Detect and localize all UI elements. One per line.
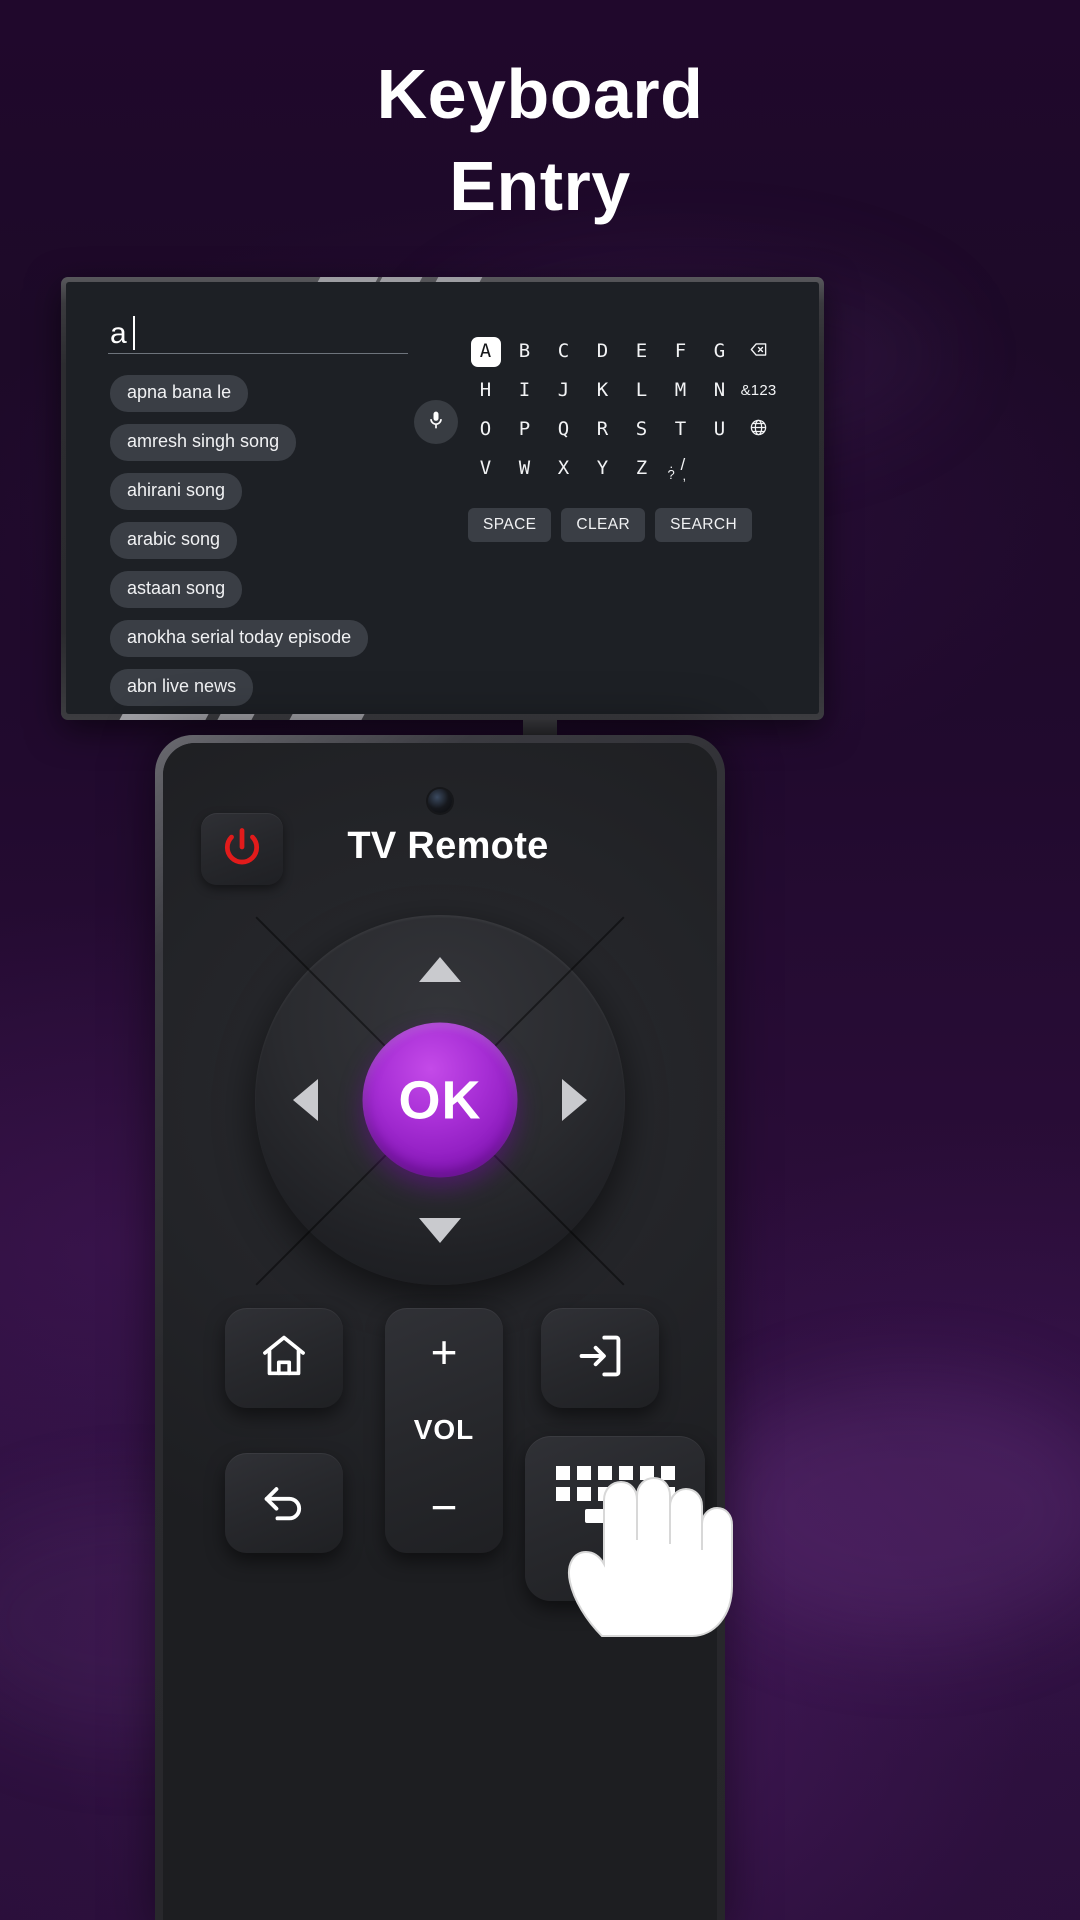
keyboard-spacebar-icon	[585, 1509, 645, 1523]
onscreen-keyboard: A B C D E F G H I J K L M N &123 O P Q R…	[466, 332, 784, 542]
tv-bezel: a apna bana le amresh singh song ahirani…	[61, 277, 824, 720]
space-button[interactable]: SPACE	[468, 508, 552, 542]
keyboard-row-4: V W X Y Z . ? / ,	[466, 449, 784, 488]
key-L[interactable]: L	[622, 375, 661, 407]
microphone-icon	[426, 410, 446, 435]
arrow-left-icon	[293, 1079, 318, 1121]
search-input[interactable]: a	[108, 312, 408, 354]
suggestion-chip[interactable]: astaan song	[110, 571, 243, 608]
key-symbols[interactable]: &123	[739, 375, 778, 407]
keyboard-button[interactable]	[525, 1436, 705, 1601]
bezel-glint	[289, 714, 365, 720]
key-H[interactable]: H	[466, 375, 505, 407]
voice-search-button[interactable]	[414, 400, 458, 444]
arrow-up-icon	[419, 957, 461, 982]
dpad-control: OK	[255, 915, 625, 1286]
input-source-icon	[574, 1330, 626, 1387]
suggestion-chip[interactable]: apna bana le	[110, 375, 249, 412]
page-title-line-2: Entry	[449, 147, 631, 225]
key-U[interactable]: U	[700, 414, 739, 446]
tv-screen: a apna bana le amresh singh song ahirani…	[66, 282, 819, 714]
search-button[interactable]: SEARCH	[655, 508, 753, 542]
key-I[interactable]: I	[505, 375, 544, 407]
volume-label: VOL	[413, 1413, 475, 1445]
key-Q[interactable]: Q	[544, 414, 583, 446]
key-E[interactable]: E	[622, 336, 661, 368]
key-K[interactable]: K	[583, 375, 622, 407]
input-source-button[interactable]	[541, 1308, 659, 1408]
bezel-glint	[217, 714, 255, 720]
key-B[interactable]: B	[505, 336, 544, 368]
punct-comma: ,	[682, 467, 687, 483]
punctuation-icon: . ? / ,	[667, 456, 694, 483]
key-Z[interactable]: Z	[622, 453, 661, 485]
key-O[interactable]: O	[466, 414, 505, 446]
arrow-down-icon	[419, 1218, 461, 1243]
background-glow-right	[700, 1380, 1080, 1640]
back-button[interactable]	[225, 1453, 343, 1553]
bezel-glint	[317, 277, 379, 282]
suggestion-chip[interactable]: ahirani song	[110, 473, 243, 510]
keyboard-row-2: H I J K L M N &123	[466, 371, 784, 410]
key-G[interactable]: G	[700, 336, 739, 368]
suggestion-chip[interactable]: arabic song	[110, 522, 238, 559]
key-N[interactable]: N	[700, 375, 739, 407]
key-C[interactable]: C	[544, 336, 583, 368]
phone-screen: TV Remote OK + VOL −	[163, 743, 717, 1920]
keyboard-row-1: A B C D E F G	[466, 332, 784, 371]
volume-down-label[interactable]: −	[431, 1484, 458, 1530]
key-V[interactable]: V	[466, 453, 505, 485]
key-S[interactable]: S	[622, 414, 661, 446]
suggestion-chip[interactable]: abn live news	[110, 669, 254, 706]
search-input-value: a	[110, 317, 127, 350]
key-R[interactable]: R	[583, 414, 622, 446]
suggestion-chip[interactable]: anokha serial today episode	[110, 620, 369, 657]
text-caret	[133, 316, 135, 350]
key-W[interactable]: W	[505, 453, 544, 485]
key-language[interactable]	[739, 414, 778, 446]
tv-search-area: a	[108, 312, 408, 354]
volume-up-label[interactable]: +	[431, 1329, 458, 1375]
clear-button[interactable]: CLEAR	[561, 508, 646, 542]
back-arrow-icon	[258, 1475, 310, 1532]
phone-mockup: TV Remote OK + VOL −	[155, 735, 725, 1920]
key-Y[interactable]: Y	[583, 453, 622, 485]
promo-screenshot: Keyboard Entry a apna bana le amresh sin…	[0, 0, 1080, 1920]
key-J[interactable]: J	[544, 375, 583, 407]
punct-question: ?	[667, 466, 675, 482]
app-title: TV Remote	[347, 825, 549, 867]
tv-mockup: a apna bana le amresh singh song ahirani…	[61, 277, 824, 720]
key-M[interactable]: M	[661, 375, 700, 407]
page-title-line-1: Keyboard	[376, 55, 704, 133]
suggestion-chip[interactable]: amresh singh song	[110, 424, 297, 461]
key-D[interactable]: D	[583, 336, 622, 368]
remote-button-grid: + VOL −	[163, 1308, 717, 1708]
ok-button[interactable]: OK	[362, 1022, 518, 1178]
keyboard-icon	[555, 1466, 675, 1501]
arrow-right-icon	[562, 1079, 587, 1121]
page-title: Keyboard Entry	[0, 48, 1080, 232]
backspace-icon	[749, 340, 768, 363]
bezel-glint	[379, 277, 423, 282]
key-punctuation[interactable]: . ? / ,	[661, 453, 700, 485]
key-A[interactable]: A	[470, 336, 501, 367]
tv-stand	[523, 720, 557, 736]
key-backspace[interactable]	[739, 336, 778, 368]
suggestion-list: apna bana le amresh singh song ahirani s…	[110, 375, 369, 706]
home-button[interactable]	[225, 1308, 343, 1408]
keyboard-row-3: O P Q R S T U	[466, 410, 784, 449]
bezel-glint	[119, 714, 209, 720]
key-T[interactable]: T	[661, 414, 700, 446]
home-icon	[258, 1330, 310, 1387]
keyboard-action-row: SPACE CLEAR SEARCH	[466, 508, 784, 542]
bezel-glint	[435, 277, 483, 282]
globe-icon	[749, 418, 768, 441]
phone-body: TV Remote OK + VOL −	[163, 743, 717, 1920]
key-F[interactable]: F	[661, 336, 700, 368]
volume-button[interactable]: + VOL −	[385, 1308, 503, 1553]
front-camera	[428, 789, 452, 813]
key-X[interactable]: X	[544, 453, 583, 485]
key-P[interactable]: P	[505, 414, 544, 446]
